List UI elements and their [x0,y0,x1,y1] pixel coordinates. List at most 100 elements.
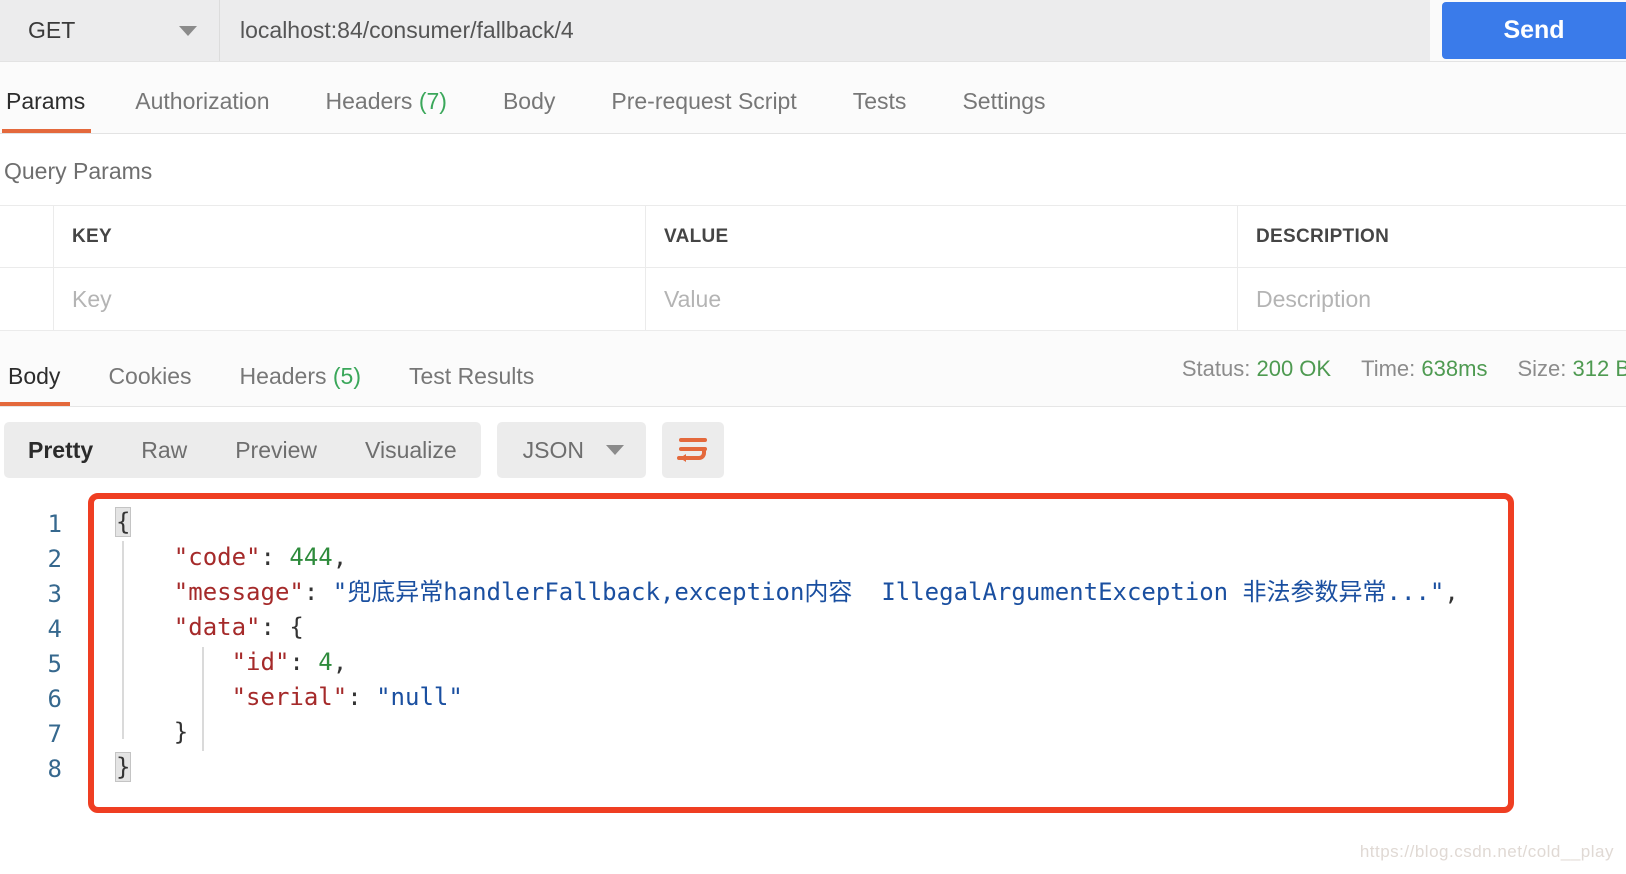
json-key-message: "message" [173,578,304,606]
code-line-7: } [116,715,1508,750]
line-number: 1 [47,510,62,538]
column-header-value-label: VALUE [664,225,729,247]
tab-params[interactable]: Params [2,88,107,133]
view-mode-pretty[interactable]: Pretty [4,422,117,478]
view-mode-raw[interactable]: Raw [117,422,211,478]
param-key-input[interactable]: Key [72,286,112,313]
wrap-lines-button[interactable] [662,422,725,478]
request-url-bar: GET localhost:84/consumer/fallback/4 Sen… [0,0,1626,62]
tab-params-label: Params [6,88,86,114]
response-tab-body-label: Body [8,363,61,389]
tab-headers-label: Headers [325,88,413,114]
response-tab-cookies[interactable]: Cookies [84,363,215,390]
response-status-bar: Body Cookies Headers (5) Test Results St… [0,331,1626,407]
line-number: 7 [47,720,62,748]
tab-body[interactable]: Body [475,88,583,133]
tab-pre-request-script[interactable]: Pre-request Script [583,88,824,133]
tab-headers-count: (7) [418,88,447,114]
json-value-id: 4 [318,648,333,676]
status-value: 200 OK [1256,355,1332,381]
status-label: Status: [1181,355,1251,381]
param-key-cell[interactable]: Key [54,268,646,330]
json-value-code: 444 [289,543,333,571]
http-method-label: GET [28,17,76,43]
response-tab-test-results-label: Test Results [409,363,535,389]
line-number: 2 [47,545,62,573]
send-button[interactable]: Send [1442,2,1626,59]
response-format-select[interactable]: JSON [496,422,647,478]
tab-authorization[interactable]: Authorization [107,88,297,133]
column-header-description-label: DESCRIPTION [1256,225,1390,247]
status-badge: Status: 200 OK [1182,356,1331,382]
time-badge: Time: 638ms [1361,356,1487,382]
size-value: 312 B [1572,355,1626,381]
fold-guide-inner [202,647,204,751]
time-value: 638ms [1421,355,1488,381]
code-line-8: } [114,750,1508,785]
http-method-select[interactable]: GET [0,0,220,61]
tab-tests[interactable]: Tests [825,88,935,133]
close-brace-root: } [114,752,132,782]
tab-settings[interactable]: Settings [934,88,1073,133]
row-checkbox-cell[interactable] [0,268,54,330]
view-mode-preview[interactable]: Preview [211,422,341,478]
fold-guide-outer [122,541,124,739]
param-description-input[interactable]: Description [1256,286,1371,313]
url-input[interactable]: localhost:84/consumer/fallback/4 [220,0,1430,61]
size-badge: Size: 312 B [1517,356,1626,382]
line-number-gutter: 1 2 3 4 5 6 7 8 [0,493,88,813]
json-value-serial: "null" [376,683,463,711]
json-value-message: "兜底异常handlerFallback,exception内容 Illegal… [332,578,1445,606]
response-tab-cookies-label: Cookies [108,363,192,389]
column-header-key-label: KEY [72,225,112,247]
table-header-row: KEY VALUE DESCRIPTION [0,206,1626,268]
code-line-3: "message": "兜底异常handlerFallback,exceptio… [173,578,1459,606]
close-brace-data: } [173,718,189,746]
response-tab-test-results[interactable]: Test Results [385,363,558,390]
code-line-2: "code": 444, [173,543,348,571]
line-number: 8 [47,755,62,783]
chevron-down-icon [179,25,197,36]
response-body-toolbar: Pretty Raw Preview Visualize JSON [0,407,1626,493]
url-bar-spacer [1430,0,1442,61]
param-value-cell[interactable]: Value [646,268,1238,330]
tab-tests-label: Tests [852,88,907,114]
json-key-serial: "serial" [231,683,348,711]
code-line-5: "id": 4, [231,648,348,676]
table-row: Key Value Description [0,268,1626,330]
code-line-1: { [114,505,1508,540]
param-description-cell[interactable]: Description [1238,268,1626,330]
code-line-4: "data": { [173,613,304,641]
response-meta: Status: 200 OK Time: 638ms Size: 312 B [1182,356,1626,382]
tab-body-label: Body [502,88,556,114]
view-mode-group: Pretty Raw Preview Visualize [4,422,481,478]
param-value-input[interactable]: Value [664,286,721,313]
request-tabs: Params Authorization Headers (7) Body Pr… [0,62,1626,134]
response-highlight-box: { "code": 444, "message": "兜底异常handlerFa… [88,493,1514,813]
json-key-code: "code" [173,543,261,571]
code-line-6: "serial": "null" [231,683,463,711]
text-wrap-icon [677,438,708,462]
time-label: Time: [1361,355,1416,381]
tab-settings-label: Settings [962,88,1046,114]
size-label: Size: [1517,355,1567,381]
json-key-data: "data" [173,613,261,641]
line-number: 4 [47,615,62,643]
json-code-block[interactable]: { "code": 444, "message": "兜底异常handlerFa… [94,505,1508,785]
line-number: 5 [47,650,62,678]
response-body-viewer: 1 2 3 4 5 6 7 8 { "code": 444, "message"… [0,493,1626,813]
view-mode-visualize[interactable]: Visualize [341,422,481,478]
open-brace-root: { [114,507,132,537]
response-tab-body[interactable]: Body [0,363,84,406]
watermark: https://blog.csdn.net/cold__play [1359,842,1614,861]
column-header-value: VALUE [646,206,1238,267]
chevron-down-icon [606,445,625,455]
line-number: 3 [47,580,62,608]
column-header-description: DESCRIPTION [1238,206,1626,267]
response-tab-headers-count: (5) [332,363,361,389]
query-params-title: Query Params [4,158,153,184]
tab-headers[interactable]: Headers (7) [298,88,475,133]
json-key-id: "id" [231,648,290,676]
header-checkbox-cell [0,206,54,267]
response-tab-headers[interactable]: Headers (5) [216,363,385,390]
